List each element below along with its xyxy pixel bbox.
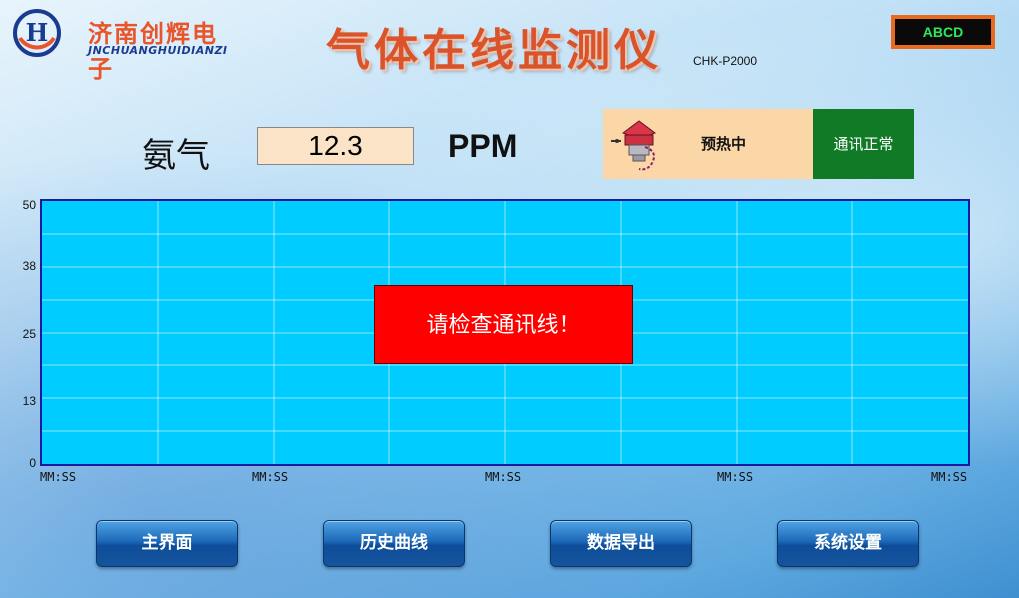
y-tick-label: 50 — [22, 198, 36, 212]
comm-error-alert: 请检查通讯线！ — [374, 285, 633, 364]
sensor-status-text: 预热中 — [701, 135, 747, 153]
status-indicator[interactable]: ABCD — [891, 15, 995, 49]
x-tick-label: MM:SS — [717, 470, 754, 484]
status-indicator-label: ABCD — [895, 19, 991, 45]
y-tick-label: 0 — [29, 456, 36, 470]
x-tick-label: MM:SS — [40, 470, 77, 484]
system-settings-button[interactable]: 系统设置 — [777, 520, 919, 567]
x-tick-label: MM:SS — [252, 470, 289, 484]
company-name-en: JNCHUANGHUIDIANZI — [88, 44, 228, 57]
x-tick-label: MM:SS — [931, 470, 968, 484]
data-export-button[interactable]: 数据导出 — [550, 520, 692, 567]
gas-name: 氨气 — [142, 136, 210, 176]
y-tick-label: 13 — [22, 394, 36, 408]
y-tick-label: 38 — [22, 259, 36, 273]
company-logo: H 济南创辉电子 JNCHUANGHUIDIANZI — [12, 8, 242, 83]
comm-status-badge: 通讯正常 — [813, 109, 914, 179]
gas-sensor-icon — [611, 120, 657, 171]
model-number: CHK-P2000 — [693, 54, 758, 68]
x-tick-label: MM:SS — [485, 470, 522, 484]
sensor-status-panel: 预热中 — [603, 109, 813, 179]
concentration-value: 12.3 — [257, 127, 414, 165]
page-title: 气体在线监测仪 — [326, 25, 662, 76]
svg-text:H: H — [26, 18, 49, 47]
history-curve-button[interactable]: 历史曲线 — [323, 520, 465, 567]
main-screen-button[interactable]: 主界面 — [96, 520, 238, 567]
y-tick-label: 25 — [22, 327, 36, 341]
concentration-unit: PPM — [448, 128, 518, 164]
h-logo-icon: H — [13, 9, 61, 57]
